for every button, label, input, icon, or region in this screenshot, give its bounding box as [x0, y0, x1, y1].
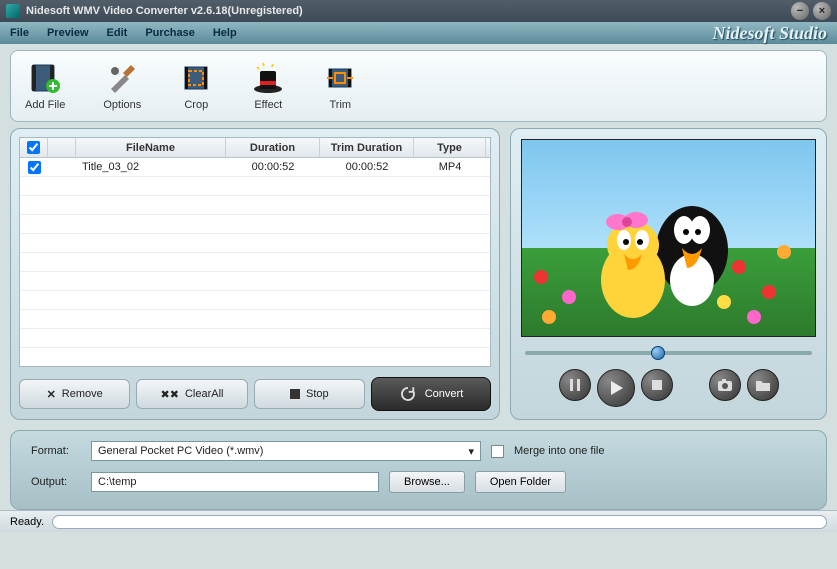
film-add-icon — [28, 61, 62, 95]
pause-button[interactable] — [559, 369, 591, 401]
window-title: Nidesoft WMV Video Converter v2.6.18(Unr… — [26, 5, 787, 17]
menu-purchase[interactable]: Purchase — [145, 27, 195, 39]
trim-icon — [323, 61, 357, 95]
row-filename: Title_03_02 — [76, 161, 226, 173]
header-trimduration[interactable]: Trim Duration — [320, 138, 414, 157]
menu-help[interactable]: Help — [213, 27, 237, 39]
addfile-button[interactable]: Add File — [25, 61, 65, 111]
table-row — [20, 215, 490, 234]
clearall-button[interactable]: ✖✖ ClearAll — [136, 379, 247, 409]
titlebar: Nidesoft WMV Video Converter v2.6.18(Unr… — [0, 0, 837, 22]
format-select[interactable]: General Pocket PC Video (*.wmv) ▾ — [91, 441, 481, 461]
brand-label: Nidesoft Studio — [712, 23, 827, 44]
table-row — [20, 291, 490, 310]
options-label: Options — [103, 99, 141, 111]
output-path-input[interactable]: C:\temp — [91, 472, 379, 492]
options-button[interactable]: Options — [103, 61, 141, 111]
progress-bar — [52, 515, 827, 529]
toolbar: Add File Options Crop Effect Trim — [10, 50, 827, 122]
table-row — [20, 196, 490, 215]
row-trimduration: 00:00:52 — [320, 161, 414, 173]
file-list-panel: FileName Duration Trim Duration Type Tit… — [10, 128, 500, 420]
minimize-button[interactable]: − — [791, 2, 809, 20]
chevron-down-icon: ▾ — [468, 445, 474, 458]
stop-icon — [290, 389, 300, 399]
menubar: File Preview Edit Purchase Help Nidesoft… — [0, 22, 837, 44]
row-type: MP4 — [414, 161, 486, 173]
output-value: C:\temp — [98, 476, 137, 488]
x-icon: ✕ — [47, 388, 56, 401]
table-row[interactable]: Title_03_02 00:00:52 00:00:52 MP4 — [20, 158, 490, 177]
header-filename[interactable]: FileName — [76, 138, 226, 157]
table-row — [20, 329, 490, 348]
table-row — [20, 177, 490, 196]
remove-button[interactable]: ✕ Remove — [19, 379, 130, 409]
trim-label: Trim — [329, 99, 351, 111]
header-icon — [48, 138, 76, 157]
table-row — [20, 253, 490, 272]
seek-slider[interactable] — [525, 351, 812, 355]
play-button[interactable] — [597, 369, 635, 407]
crop-icon — [179, 61, 213, 95]
menu-preview[interactable]: Preview — [47, 27, 89, 39]
row-duration: 00:00:52 — [226, 161, 320, 173]
stop-button[interactable]: Stop — [254, 379, 365, 409]
crop-button[interactable]: Crop — [179, 61, 213, 111]
merge-checkbox[interactable] — [491, 445, 504, 458]
table-header: FileName Duration Trim Duration Type — [20, 138, 490, 158]
tools-icon — [105, 61, 139, 95]
media-controls — [521, 369, 816, 407]
remove-label: Remove — [62, 388, 103, 400]
stop-media-button[interactable] — [641, 369, 673, 401]
effect-button[interactable]: Effect — [251, 61, 285, 111]
header-checkall[interactable] — [20, 138, 48, 157]
snapshot-button[interactable] — [709, 369, 741, 401]
stop-label: Stop — [306, 388, 329, 400]
clear-icon: ✖✖ — [161, 388, 179, 401]
convert-label: Convert — [425, 388, 464, 400]
slider-thumb[interactable] — [651, 346, 665, 360]
convert-button[interactable]: Convert — [371, 377, 491, 411]
app-icon — [6, 4, 20, 18]
magic-hat-icon — [251, 61, 285, 95]
addfile-label: Add File — [25, 99, 65, 111]
trim-button[interactable]: Trim — [323, 61, 357, 111]
row-checkbox[interactable] — [28, 161, 41, 174]
effect-label: Effect — [254, 99, 282, 111]
status-text: Ready. — [10, 516, 44, 528]
table-row — [20, 234, 490, 253]
table-row — [20, 272, 490, 291]
clearall-label: ClearAll — [185, 388, 224, 400]
header-duration[interactable]: Duration — [226, 138, 320, 157]
menu-file[interactable]: File — [10, 27, 29, 39]
table-row — [20, 310, 490, 329]
browse-button[interactable]: Browse... — [389, 471, 465, 493]
video-preview[interactable] — [521, 139, 816, 337]
merge-label: Merge into one file — [514, 445, 605, 457]
openfolder-button[interactable]: Open Folder — [475, 471, 566, 493]
preview-panel — [510, 128, 827, 420]
checkall-checkbox[interactable] — [27, 141, 40, 154]
refresh-icon — [399, 385, 417, 403]
file-table: FileName Duration Trim Duration Type Tit… — [19, 137, 491, 367]
header-type[interactable]: Type — [414, 138, 486, 157]
statusbar: Ready. — [0, 510, 837, 532]
close-button[interactable]: × — [813, 2, 831, 20]
crop-label: Crop — [184, 99, 208, 111]
format-value: General Pocket PC Video (*.wmv) — [98, 445, 263, 457]
menu-edit[interactable]: Edit — [107, 27, 128, 39]
openfolder-media-button[interactable] — [747, 369, 779, 401]
settings-panel: Format: General Pocket PC Video (*.wmv) … — [10, 430, 827, 510]
format-label: Format: — [31, 445, 81, 457]
output-label: Output: — [31, 476, 81, 488]
